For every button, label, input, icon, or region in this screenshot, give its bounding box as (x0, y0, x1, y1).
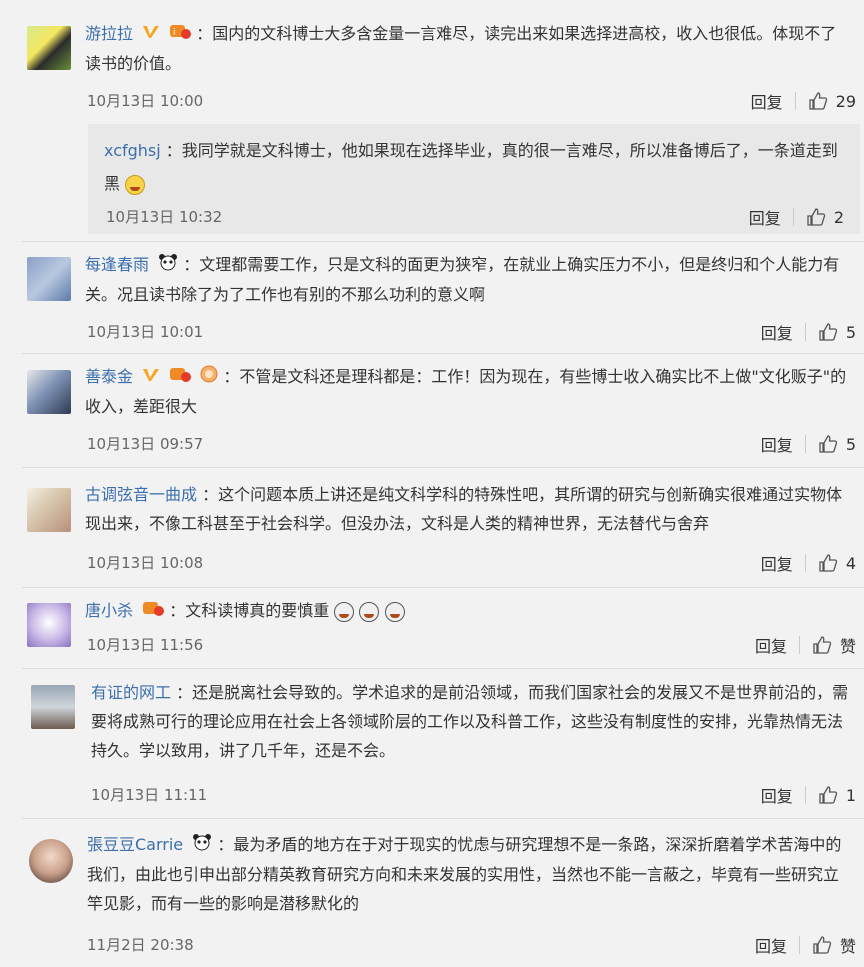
like-count: 1 (845, 785, 856, 805)
thumbs-up-icon[interactable] (806, 207, 826, 227)
commenter-name[interactable]: 每逢春雨 (85, 255, 149, 274)
comment-body: 有证的网工 ：还是脱离社会导致的。学术追求的是前沿领域，而我们国家社会的发展又不… (91, 678, 850, 765)
member-badge-icon (142, 597, 165, 626)
panda-icon (158, 251, 178, 280)
separator (804, 323, 806, 341)
comment-actions: 回复 赞 (755, 933, 856, 957)
comment: 張豆豆Carrie ：最为矛盾的地方在于对于现实的忧虑与研究理想不是一条路，深深… (0, 818, 864, 967)
comment-text: ：文理都需要工作，只是文科的面更为狭窄，在就业上确实压力不小，但是终归和个人能力… (85, 255, 840, 304)
shocked-emoji-icon (384, 601, 405, 622)
reply-container: xcfghsj ：我同学就是文科博士，他如果现在选择毕业，真的很一言难尽，所以准… (88, 124, 860, 234)
timestamp: 10月13日 11:11 (91, 786, 208, 804)
commenter-name[interactable]: 唐小杀 (85, 601, 133, 620)
laugh-cry-emoji-icon (125, 174, 146, 195)
thumbs-up-icon[interactable] (818, 785, 838, 805)
comment-text: ：还是脱离社会导致的。学术追求的是前沿领域，而我们国家社会的发展又不是世界前沿的… (91, 683, 849, 760)
commenter-name[interactable]: 善泰金 (85, 367, 133, 386)
commenter-name[interactable]: 古调弦音一曲成 (85, 485, 197, 504)
reply-button[interactable]: 回复 (761, 432, 793, 456)
avatar[interactable] (27, 370, 71, 414)
separator (804, 554, 806, 572)
reply-button[interactable]: 回复 (761, 783, 793, 807)
like-count: 2 (833, 207, 844, 227)
separator (804, 435, 806, 453)
comment: 有证的网工 ：还是脱离社会导致的。学术追求的是前沿领域，而我们国家社会的发展又不… (0, 668, 864, 818)
comment-text: ：不管是文科还是理科都是：工作！因为现在，有些博士收入确实比不上做"文化贩子"的… (85, 367, 847, 416)
avatar[interactable] (27, 257, 71, 301)
avatar[interactable] (27, 488, 71, 532)
commenter-name[interactable]: 游拉拉 (85, 24, 133, 43)
like-count: 29 (835, 91, 856, 111)
verified-v-icon (142, 20, 160, 49)
commenter-name[interactable]: 有证的网工 (91, 683, 171, 702)
separator (792, 208, 794, 226)
comment-actions: 回复 赞 (755, 633, 856, 657)
comment-body: 游拉拉 i ：国内的文科博士大多含金量一言难尽，读完出来如果选择进高校，收入也很… (85, 19, 850, 78)
separator (794, 92, 796, 110)
member-badge-icon (169, 363, 192, 392)
thumbs-up-icon[interactable] (818, 553, 838, 573)
timestamp: 10月13日 11:56 (87, 636, 204, 654)
comment-text: ：这个问题本质上讲还是纯文科学科的特殊性吧，其所谓的研究与创新确实很难通过实物体… (85, 485, 843, 533)
timestamp: 10月13日 10:00 (87, 92, 204, 110)
avatar[interactable] (27, 26, 71, 70)
avatar[interactable] (27, 603, 71, 647)
reply-button[interactable]: 回复 (755, 933, 787, 957)
separator (798, 636, 800, 654)
shocked-emoji-icon (359, 601, 380, 622)
separator (798, 936, 800, 954)
comment: 善泰金 ：不管是文科还是理科都是：工作！因为现在，有些博士收入确实比不上做"文化… (0, 353, 864, 467)
verified-v-icon (142, 363, 160, 392)
like-count: 5 (845, 322, 856, 342)
member-badge-icon: i (169, 20, 192, 49)
reply-button[interactable]: 回复 (751, 89, 783, 113)
reply-actions: 回复 2 (749, 205, 844, 229)
timestamp: 10月13日 10:01 (87, 323, 204, 341)
thumbs-up-icon[interactable] (812, 635, 832, 655)
reply-button[interactable]: 回复 (755, 633, 787, 657)
thumbs-up-icon[interactable] (808, 91, 828, 111)
timestamp: 10月13日 10:32 (106, 208, 223, 226)
comment-body: 每逢春雨 ：文理都需要工作，只是文科的面更为狭窄，在就业上确实压力不小，但是终归… (85, 250, 850, 309)
commenter-name[interactable]: 張豆豆Carrie (87, 835, 183, 854)
reply-button[interactable]: 回复 (761, 320, 793, 344)
reply-button[interactable]: 回复 (761, 551, 793, 575)
comment-body: 唐小杀 ：文科读博真的要慎重 (85, 596, 850, 626)
comment-body: 善泰金 ：不管是文科还是理科都是：工作！因为现在，有些博士收入确实比不上做"文化… (85, 362, 850, 421)
separator (804, 786, 806, 804)
comment-actions: 回复 1 (761, 783, 856, 807)
comment: 每逢春雨 ：文理都需要工作，只是文科的面更为狭窄，在就业上确实压力不小，但是终归… (0, 241, 864, 353)
reply-body: xcfghsj ：我同学就是文科博士，他如果现在选择毕业，真的很一言难尽，所以准… (104, 134, 846, 200)
reply-text: ：我同学就是文科博士，他如果现在选择毕业，真的很一言难尽，所以准备博后了，一条道… (104, 141, 838, 193)
comment-text: ：国内的文科博士大多含金量一言难尽，读完出来如果选择进高校，收入也很低。体现不了… (85, 24, 837, 73)
comment-body: 古调弦音一曲成 ：这个问题本质上讲还是纯文科学科的特殊性吧，其所谓的研究与创新确… (85, 480, 850, 538)
comment-actions: 回复 29 (751, 89, 856, 113)
comment: 古调弦音一曲成 ：这个问题本质上讲还是纯文科学科的特殊性吧，其所谓的研究与创新确… (0, 467, 864, 587)
timestamp: 10月13日 10:08 (87, 554, 204, 572)
timestamp: 10月13日 09:57 (87, 435, 204, 453)
reply-button[interactable]: 回复 (749, 205, 781, 229)
like-count: 4 (845, 553, 856, 573)
comment-actions: 回复 5 (761, 432, 856, 456)
svg-text:i: i (173, 28, 176, 38)
shocked-emoji-icon (334, 601, 355, 622)
thumbs-up-icon[interactable] (818, 434, 838, 454)
comment-actions: 回复 4 (761, 551, 856, 575)
like-label: 赞 (839, 937, 856, 956)
like-count: 5 (845, 434, 856, 454)
comment: 唐小杀 ：文科读博真的要慎重 10月13日 11:56 回复 赞 (0, 587, 864, 667)
thumbs-up-icon[interactable] (818, 322, 838, 342)
thumbs-up-icon[interactable] (812, 935, 832, 955)
timestamp: 11月2日 20:38 (87, 936, 194, 954)
comment-actions: 回复 5 (761, 320, 856, 344)
fan-badge-icon (200, 363, 218, 392)
like-label: 赞 (839, 637, 856, 656)
panda-icon (192, 831, 212, 860)
comment: 游拉拉 i ：国内的文科博士大多含金量一言难尽，读完出来如果选择进高校，收入也很… (0, 0, 864, 120)
reply-author-name[interactable]: xcfghsj (104, 141, 161, 160)
comment-text: ：文科读博真的要慎重 (169, 601, 330, 620)
comment-body: 張豆豆Carrie ：最为矛盾的地方在于对于现实的忧虑与研究理想不是一条路，深深… (87, 830, 850, 918)
avatar[interactable] (31, 685, 75, 729)
avatar[interactable] (29, 839, 73, 883)
